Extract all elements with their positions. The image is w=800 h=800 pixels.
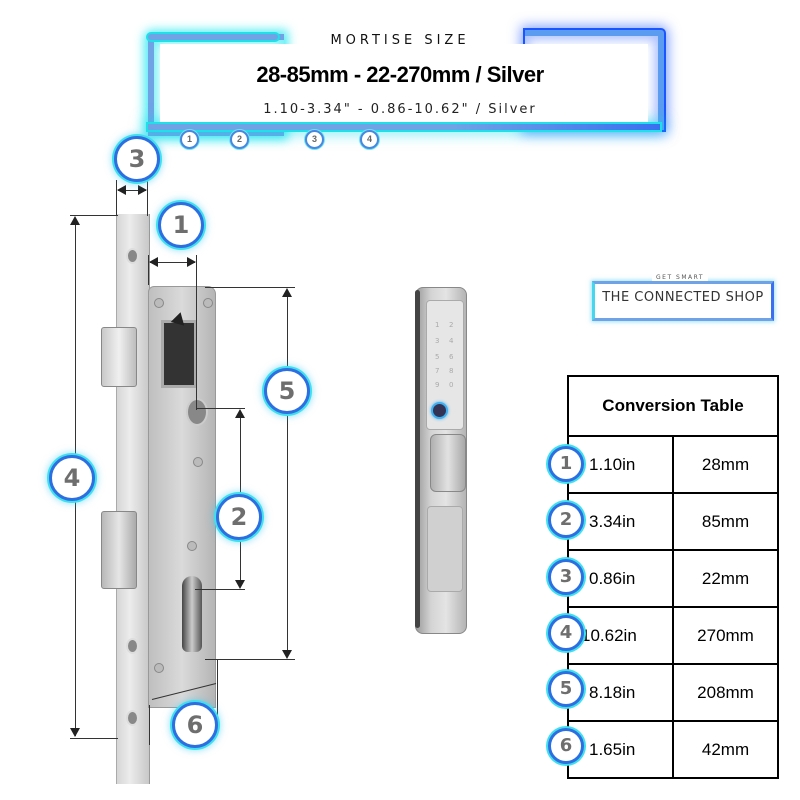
cell-inches: 8.18in xyxy=(567,663,674,722)
cell-mm: 85mm xyxy=(672,492,779,551)
cell-mm: 208mm xyxy=(672,663,779,722)
case-screw xyxy=(193,457,203,467)
table-row: 3.34in 85mm xyxy=(567,492,779,551)
marker-4: 4 xyxy=(49,455,95,501)
smart-lock-battery-cover xyxy=(427,506,463,592)
cell-mm: 42mm xyxy=(672,720,779,779)
lock-cylinder-hole xyxy=(182,576,202,652)
dim-3-arrow-right xyxy=(138,185,147,195)
cell-mm: 270mm xyxy=(672,606,779,665)
dim-5-arrow-up xyxy=(282,288,292,297)
keypad-key: 4 xyxy=(449,337,454,345)
table-row: 1.65in 42mm xyxy=(567,720,779,779)
table-row-marker: 3 xyxy=(548,559,584,595)
dim-5-line xyxy=(287,290,288,656)
keypad-key: 0 xyxy=(449,381,454,389)
faceplate-screw-hole xyxy=(126,638,139,654)
keypad-key: 8 xyxy=(449,367,454,375)
dim-4-ext-bottom xyxy=(70,738,118,739)
keypad-key: 9 xyxy=(435,381,440,389)
fingerprint-sensor-icon xyxy=(431,402,448,419)
conversion-table: Conversion Table 1.10in 28mm 3.34in 85mm… xyxy=(567,375,779,779)
dim-1-arrow-left xyxy=(149,257,158,267)
case-screw xyxy=(187,541,197,551)
cell-mm: 28mm xyxy=(672,435,779,494)
table-row: 0.86in 22mm xyxy=(567,549,779,608)
dim-1-ext-right xyxy=(196,255,197,410)
dim-2-ext-bottom xyxy=(195,589,245,590)
keypad-key: 3 xyxy=(435,337,440,345)
table-row-marker: 4 xyxy=(548,615,584,651)
header-frame-bottom-line xyxy=(148,124,660,130)
table-row: 1.10in 28mm xyxy=(567,435,779,494)
lock-deadbolt xyxy=(101,511,137,589)
header-mini-badge: 1 xyxy=(180,130,199,149)
faceplate-screw-hole xyxy=(126,710,139,726)
table-row-marker: 6 xyxy=(548,728,584,764)
header-subtitle: 1.10-3.34" - 0.86-10.62" / Silver xyxy=(263,102,537,117)
lock-spindle-hole xyxy=(186,398,208,426)
header-mini-badge: 3 xyxy=(305,130,324,149)
dim-4-arrow-down xyxy=(70,728,80,737)
dim-3-ext-right xyxy=(147,180,148,216)
table-header-row: Conversion Table xyxy=(567,375,779,437)
smart-lock-edge xyxy=(415,290,420,628)
brand-name: THE CONNECTED SHOP xyxy=(602,290,764,305)
dim-1-arrow-right xyxy=(187,257,196,267)
keypad-key: 6 xyxy=(449,353,454,361)
dim-5-ext-bottom xyxy=(205,659,295,660)
table-row: 10.62in 270mm xyxy=(567,606,779,665)
marker-3: 3 xyxy=(114,136,160,182)
faceplate-screw-hole xyxy=(126,248,139,264)
table-title: Conversion Table xyxy=(567,375,779,437)
dim-2-arrow-down xyxy=(235,580,245,589)
keypad-key: 2 xyxy=(449,321,454,329)
lock-latch-mechanism xyxy=(161,320,197,388)
case-screw xyxy=(154,663,164,673)
dim-5-arrow-down xyxy=(282,650,292,659)
header-mini-badge: 2 xyxy=(230,130,249,149)
table-row-marker: 2 xyxy=(548,502,584,538)
lock-latch xyxy=(101,327,137,387)
cell-inches: 1.65in xyxy=(567,720,674,779)
dim-4-arrow-up xyxy=(70,216,80,225)
marker-6: 6 xyxy=(172,702,218,748)
case-screw xyxy=(203,298,213,308)
keypad-key: 7 xyxy=(435,367,440,375)
table-row-marker: 5 xyxy=(548,671,584,707)
header-title: 28-85mm - 22-270mm / Silver xyxy=(256,62,544,87)
keypad-key: 1 xyxy=(435,321,440,329)
header-kicker: MORTISE SIZE xyxy=(330,33,470,48)
dim-6-ext-right xyxy=(217,660,218,720)
brand-kicker: GET SMART xyxy=(652,274,708,281)
dim-3-arrow-left xyxy=(117,185,126,195)
marker-5: 5 xyxy=(264,368,310,414)
keypad-key: 5 xyxy=(435,353,440,361)
marker-1: 1 xyxy=(158,202,204,248)
table-row: 8.18in 208mm xyxy=(567,663,779,722)
smart-lock-handle xyxy=(430,434,466,492)
case-screw xyxy=(154,298,164,308)
header-mini-badge: 4 xyxy=(360,130,379,149)
table-row-marker: 1 xyxy=(548,446,584,482)
lock-faceplate xyxy=(116,214,150,784)
dim-6-ext-left xyxy=(149,705,150,745)
marker-2: 2 xyxy=(216,494,262,540)
dim-2-arrow-up xyxy=(235,409,245,418)
cell-mm: 22mm xyxy=(672,549,779,608)
